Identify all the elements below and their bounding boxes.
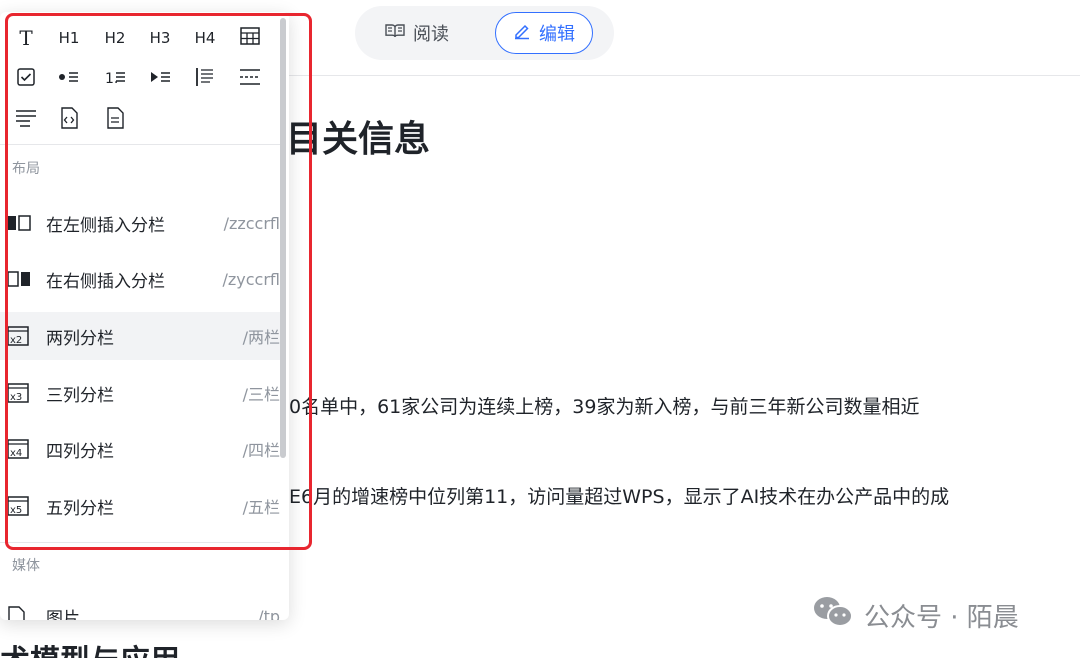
- image-file-icon: [7, 606, 29, 620]
- divider: [0, 542, 280, 543]
- table-button[interactable]: [233, 22, 267, 54]
- table-icon: [240, 27, 260, 49]
- document-icon: [106, 107, 124, 133]
- heading3-label: H3: [149, 29, 171, 47]
- document-heading[interactable]: 术模型与应用: [0, 636, 180, 658]
- heading3-button[interactable]: H3: [143, 22, 177, 54]
- menu-item-two-columns[interactable]: x2 两列分栏 /两栏: [0, 312, 280, 360]
- heading1-button[interactable]: H1: [52, 22, 86, 54]
- text-block-button[interactable]: T: [9, 22, 43, 54]
- read-mode-button[interactable]: 阅读: [385, 19, 449, 47]
- heading2-button[interactable]: H2: [98, 22, 132, 54]
- bullet-list-button[interactable]: [52, 63, 86, 95]
- four-columns-icon: x4: [7, 439, 29, 459]
- menu-item-shortcut: /tp: [258, 606, 280, 621]
- toggle-list-icon: [149, 69, 171, 89]
- document-heading[interactable]: 目关信息: [286, 110, 430, 162]
- menu-item-shortcut: /五栏: [242, 498, 280, 517]
- code-file-icon: [60, 107, 78, 133]
- document-paragraph[interactable]: E6月的增速榜中位列第11，访问量超过WPS，显示了AI技术在办公产品中的成: [289, 482, 949, 509]
- wechat-icon: [812, 595, 854, 636]
- menu-item-shortcut: /zzccrfl: [223, 213, 280, 233]
- menu-item-shortcut: /zyccrfl: [222, 269, 280, 289]
- svg-text:x3: x3: [10, 392, 22, 403]
- menu-item-three-columns[interactable]: x3 三列分栏 /三栏: [0, 369, 280, 417]
- divider-button[interactable]: [233, 63, 267, 95]
- svg-text:x4: x4: [10, 448, 22, 459]
- checkbox-icon: [17, 68, 35, 90]
- quote-button[interactable]: [188, 63, 222, 95]
- callout-button[interactable]: [9, 104, 43, 136]
- code-file-button[interactable]: [52, 104, 86, 136]
- column-right-icon: [7, 269, 30, 289]
- divider-icon: [239, 68, 261, 90]
- menu-item-label: 四列分栏: [46, 441, 114, 462]
- align-text-icon: [15, 109, 37, 131]
- menu-item-label: 五列分栏: [46, 498, 114, 519]
- section-label-layout: 布局: [12, 161, 40, 177]
- two-columns-icon: x2: [7, 326, 29, 346]
- ordered-list-button[interactable]: 1.: [98, 63, 132, 95]
- watermark-text: 公众号 · 陌晨: [864, 603, 1019, 633]
- five-columns-icon: x5: [7, 496, 29, 516]
- section-label-media: 媒体: [12, 558, 40, 574]
- heading4-label: H4: [194, 29, 216, 47]
- divider: [0, 144, 280, 145]
- quote-block-icon: [195, 67, 215, 91]
- menu-item-label: 三列分栏: [46, 385, 114, 406]
- menu-item-insert-left-column[interactable]: 在左侧插入分栏 /zzccrfl: [0, 199, 280, 247]
- text-icon: T: [19, 26, 33, 50]
- read-mode-label: 阅读: [413, 24, 449, 45]
- document-paragraph[interactable]: 0名单中，61家公司为连续上榜，39家为新入榜，与前三年新公司数量相近: [289, 392, 919, 419]
- mode-switch: 阅读 编辑: [355, 6, 614, 60]
- edit-mode-label: 编辑: [539, 24, 575, 45]
- pencil-icon: [513, 22, 531, 45]
- menu-item-label: 两列分栏: [46, 328, 114, 349]
- ordered-list-icon: 1.: [104, 69, 126, 89]
- heading1-label: H1: [58, 29, 80, 47]
- menu-item-image[interactable]: 图片 /tp: [0, 592, 280, 620]
- menu-item-four-columns[interactable]: x4 四列分栏 /四栏: [0, 425, 280, 473]
- bullet-list-icon: [58, 69, 80, 89]
- menu-item-label: 在左侧插入分栏: [46, 215, 165, 236]
- book-icon: [385, 23, 405, 44]
- menu-item-shortcut: /四栏: [242, 441, 280, 460]
- heading4-button[interactable]: H4: [188, 22, 222, 54]
- menu-item-shortcut: /两栏: [242, 328, 280, 347]
- menu-item-insert-right-column[interactable]: 在右侧插入分栏 /zyccrfl: [0, 255, 280, 303]
- menu-item-label: 在右侧插入分栏: [46, 271, 165, 292]
- watermark: 公众号 · 陌晨: [812, 595, 1019, 636]
- heading2-label: H2: [104, 29, 126, 47]
- svg-text:x2: x2: [10, 335, 22, 346]
- document-button[interactable]: [98, 104, 132, 136]
- todo-button[interactable]: [9, 63, 43, 95]
- column-left-icon: [7, 213, 31, 233]
- menu-item-label: 图片: [46, 608, 80, 621]
- menu-item-shortcut: /三栏: [242, 385, 280, 404]
- three-columns-icon: x3: [7, 383, 29, 403]
- menu-item-five-columns[interactable]: x5 五列分栏 /五栏: [0, 482, 280, 530]
- edit-mode-button[interactable]: 编辑: [495, 12, 593, 54]
- svg-text:x5: x5: [10, 505, 22, 516]
- toggle-list-button[interactable]: [143, 63, 177, 95]
- scrollbar[interactable]: [280, 18, 286, 458]
- insert-block-menu: T H1 H2 H3 H4 1. 布局 在左侧插入分栏 /zzccrfl 在右侧…: [0, 12, 289, 620]
